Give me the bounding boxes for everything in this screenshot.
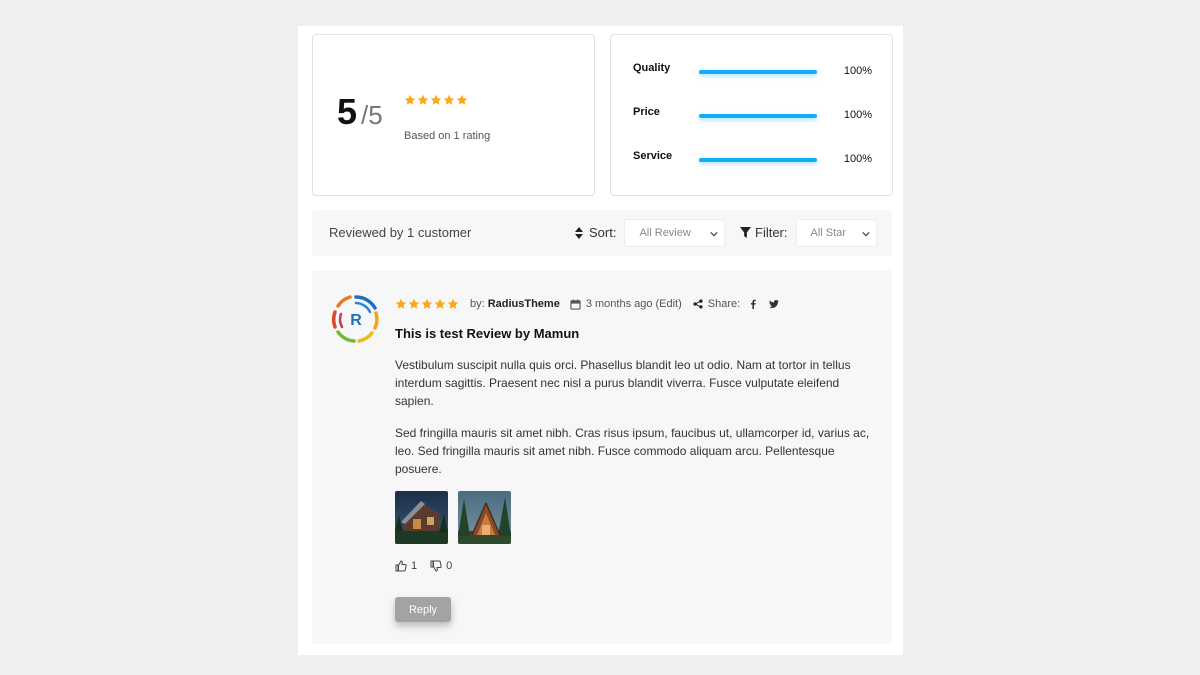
criteria-label: Service (633, 150, 673, 162)
review-paragraph: Vestibulum suscipit nulla quis orci. Pha… (395, 358, 851, 408)
reviewed-by-text: Reviewed by 1 customer (329, 225, 472, 240)
criteria-percent: 100% (843, 65, 872, 77)
star-icon (443, 94, 455, 105)
edit-link[interactable]: (Edit) (655, 298, 681, 310)
average-score: 5 /5 (337, 91, 383, 133)
like-count: 1 (411, 560, 418, 572)
calendar-icon (570, 298, 581, 310)
filter-select[interactable]: All Star (795, 218, 877, 247)
criteria-bar (699, 158, 817, 162)
review-meta: by: RadiusTheme 3 months ago (Edit) Shar… (395, 297, 790, 311)
share-icon (693, 299, 703, 309)
avatar: R (331, 295, 379, 343)
review-images (395, 491, 511, 544)
review-title: This is test Review by Mamun (395, 326, 580, 341)
review-image-thumbnail[interactable] (395, 491, 448, 544)
filter-control: Filter: All Star (739, 218, 877, 247)
chevron-down-icon (861, 231, 870, 236)
star-icon (434, 298, 446, 309)
thumbs-down-icon (430, 560, 442, 572)
star-icon (447, 298, 459, 309)
star-icon (408, 298, 420, 309)
star-icon (404, 94, 416, 105)
sort-label: Sort: (589, 225, 617, 240)
share-label: Share: (707, 298, 741, 310)
reply-button[interactable]: Reply (395, 597, 451, 622)
sort-control: Sort: All Review (573, 218, 726, 247)
criteria-bar-fill (699, 114, 817, 118)
by-label: by: (470, 298, 485, 310)
star-icon (456, 94, 468, 105)
criteria-row-service: Service 100% (633, 150, 872, 170)
dislike-button[interactable]: 0 (430, 560, 452, 572)
criteria-row-quality: Quality 100% (633, 62, 872, 82)
star-icon (395, 298, 407, 309)
criteria-card: Quality 100% Price 100% Service 100% (610, 34, 893, 196)
criteria-percent: 100% (843, 109, 872, 121)
review-votes: 1 0 (395, 560, 465, 572)
review-image-thumbnail[interactable] (458, 491, 511, 544)
facebook-icon[interactable] (748, 299, 758, 309)
review-body: Vestibulum suscipit nulla quis orci. Pha… (395, 356, 879, 478)
score-value: 5 (337, 91, 358, 132)
sort-select[interactable]: All Review (624, 218, 726, 247)
criteria-bar-fill (699, 70, 817, 74)
review-author: RadiusTheme (487, 298, 560, 310)
review-stars (395, 298, 459, 310)
criteria-label: Price (633, 106, 660, 118)
criteria-label: Quality (633, 62, 671, 74)
avatar-letter: R (350, 312, 362, 329)
review-widget: 5 /5 Based on 1 rating Quality 100% Pric… (298, 26, 903, 655)
thumbs-up-icon (395, 560, 407, 572)
review-item: R by: RadiusTheme 3 months ago (Edit) Sh… (312, 270, 892, 644)
sort-icon (573, 226, 585, 239)
filter-icon (739, 227, 751, 239)
summary-stars (404, 94, 468, 106)
star-icon (430, 94, 442, 105)
review-date: 3 months ago (585, 298, 653, 310)
twitter-icon[interactable] (769, 299, 780, 309)
score-max: /5 (361, 100, 383, 130)
rating-summary-card: 5 /5 Based on 1 rating (312, 34, 595, 196)
star-icon (417, 94, 429, 105)
criteria-bar (699, 70, 817, 74)
chevron-down-icon (710, 231, 719, 236)
criteria-bar-fill (699, 158, 817, 162)
rating-count-text: Based on 1 rating (404, 130, 491, 142)
filter-label: Filter: (755, 225, 788, 240)
review-paragraph: Sed fringilla mauris sit amet nibh. Cras… (395, 426, 870, 476)
filter-selected-value: All Star (810, 226, 846, 239)
criteria-bar (699, 114, 817, 118)
sort-selected-value: All Review (639, 226, 691, 239)
criteria-row-price: Price 100% (633, 106, 872, 126)
like-button[interactable]: 1 (395, 560, 417, 572)
dislike-count: 0 (446, 560, 453, 572)
criteria-percent: 100% (843, 153, 872, 165)
review-toolbar: Reviewed by 1 customer Sort: All Review … (312, 210, 892, 256)
star-icon (421, 298, 433, 309)
